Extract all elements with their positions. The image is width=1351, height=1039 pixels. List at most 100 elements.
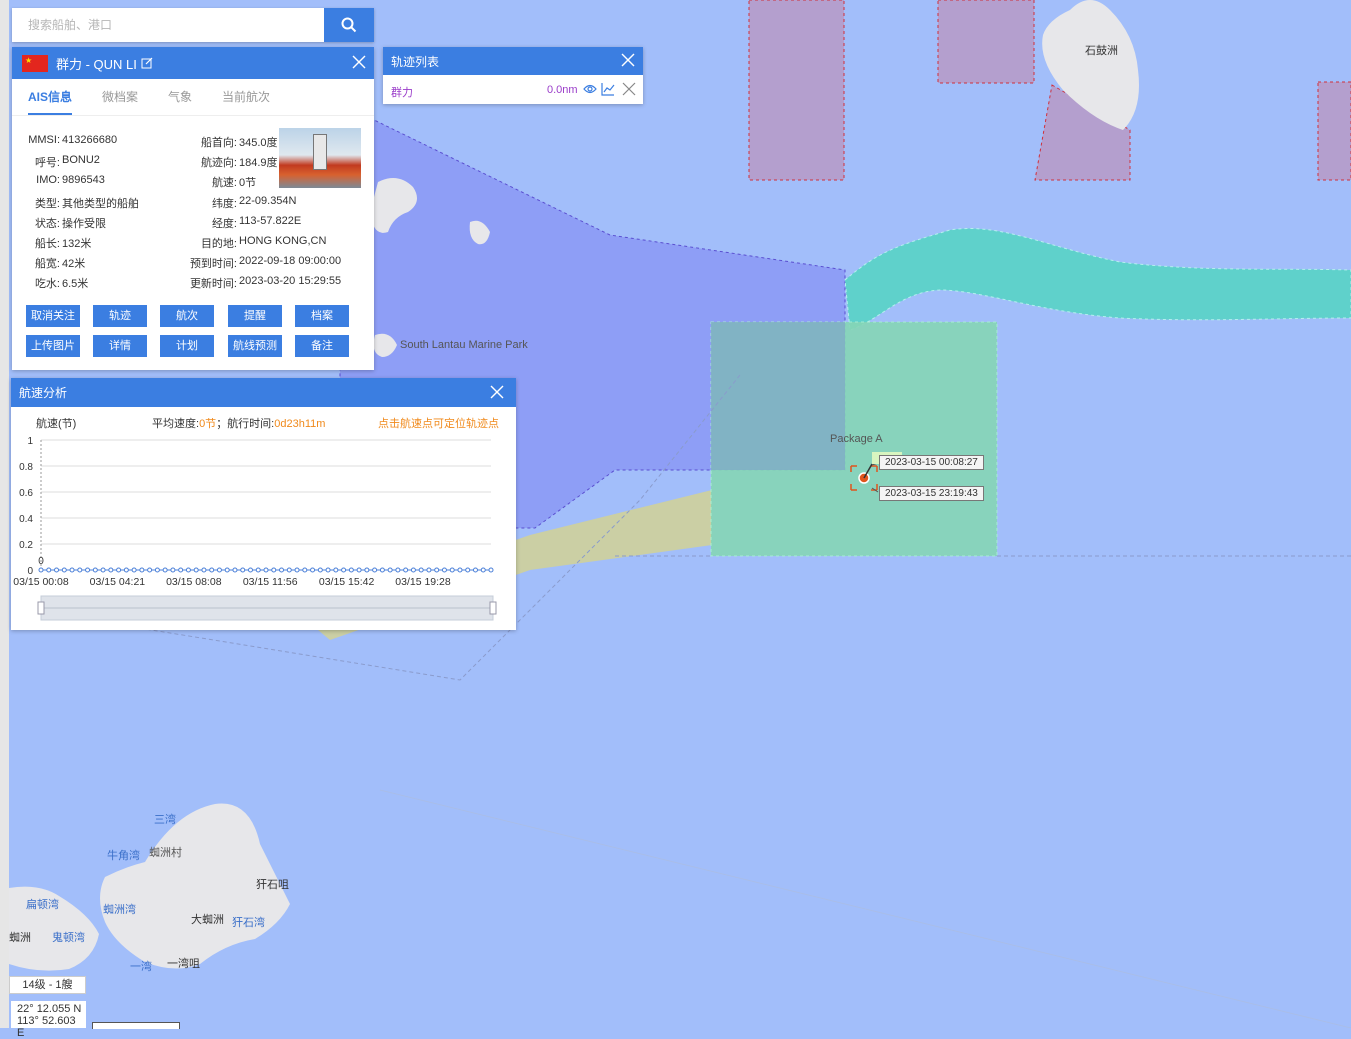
speed-point[interactable] (162, 567, 168, 573)
speed-point[interactable] (457, 567, 463, 573)
speed-point[interactable] (69, 567, 75, 573)
speed-point[interactable] (271, 567, 277, 573)
speed-point[interactable] (379, 567, 385, 573)
speed-point[interactable] (302, 567, 308, 573)
speed-chart[interactable]: 00.20.40.60.81003/15 00:08 03/15 04:21 03/… (11, 432, 516, 630)
range-handle-left[interactable] (37, 601, 45, 615)
speed-point[interactable] (92, 567, 98, 573)
speed-point[interactable] (403, 567, 409, 573)
ship-panel-header: ★ 群力 - QUN LI (12, 47, 374, 79)
voyage-button[interactable]: 航次 (160, 305, 214, 327)
speed-point[interactable] (333, 567, 339, 573)
close-icon[interactable] (352, 55, 366, 72)
edit-icon[interactable] (141, 57, 153, 69)
speed-point[interactable] (193, 567, 199, 573)
notes-button[interactable]: 备注 (295, 335, 349, 357)
speed-point[interactable] (232, 567, 238, 573)
speed-point[interactable] (209, 567, 215, 573)
speed-point[interactable] (123, 567, 129, 573)
speed-point[interactable] (325, 567, 331, 573)
speed-point[interactable] (139, 567, 145, 573)
plan-button[interactable]: 计划 (160, 335, 214, 357)
archive-button[interactable]: 档案 (295, 305, 349, 327)
track-end-label[interactable]: 2023-03-15 23:19:43 (879, 486, 984, 501)
speed-point[interactable] (61, 567, 67, 573)
track-start-label[interactable]: 2023-03-15 00:08:27 (879, 455, 984, 470)
speed-point[interactable] (372, 567, 378, 573)
speed-point[interactable] (216, 567, 222, 573)
right-value-0: 345.0度 (239, 137, 278, 149)
speed-point[interactable] (488, 567, 494, 573)
map-label-yashizui: 犴石咀 (256, 879, 289, 891)
speed-point[interactable] (387, 567, 393, 573)
speed-point[interactable] (100, 567, 106, 573)
speed-point[interactable] (348, 567, 354, 573)
speed-point[interactable] (54, 567, 60, 573)
speed-point[interactable] (116, 567, 122, 573)
ship-photo[interactable] (279, 128, 361, 188)
details-button[interactable]: 详情 (93, 335, 147, 357)
route-prediction-button[interactable]: 航线预测 (228, 335, 282, 357)
speed-point[interactable] (341, 567, 347, 573)
left-label-6: 船宽: (34, 258, 60, 271)
speed-point[interactable] (263, 567, 269, 573)
speed-point[interactable] (108, 567, 114, 573)
speed-point[interactable] (170, 567, 176, 573)
search-button[interactable] (324, 8, 374, 42)
speed-point[interactable] (279, 567, 285, 573)
speed-point[interactable] (46, 567, 52, 573)
speed-point[interactable] (147, 567, 153, 573)
speed-point[interactable] (395, 567, 401, 573)
speed-point[interactable] (434, 567, 440, 573)
speed-point[interactable] (310, 567, 316, 573)
speed-point[interactable] (240, 567, 246, 573)
reminder-button[interactable]: 提醒 (228, 305, 282, 327)
eye-icon[interactable] (583, 82, 597, 99)
right-label-2: 航速: (211, 177, 237, 190)
left-label-7: 吃水: (34, 278, 60, 291)
tab-current-voyage[interactable]: 当前航次 (222, 79, 270, 115)
tab-micro-archive[interactable]: 微档案 (102, 79, 138, 115)
speed-point[interactable] (364, 567, 370, 573)
speed-point[interactable] (185, 567, 191, 573)
tab-weather[interactable]: 气象 (168, 79, 192, 115)
speed-point[interactable] (410, 567, 416, 573)
cursor-coordinates: 22° 12.055 N 113° 52.603 E (11, 1001, 86, 1039)
chart-icon[interactable] (601, 82, 615, 99)
remove-icon[interactable] (622, 82, 636, 99)
speed-point[interactable] (441, 567, 447, 573)
speed-point[interactable] (286, 567, 292, 573)
speed-point[interactable] (472, 567, 478, 573)
speed-point[interactable] (356, 567, 362, 573)
left-value-5: 132米 (62, 238, 92, 250)
right-value-3: 22-09.354N (239, 194, 297, 207)
speed-point[interactable] (201, 567, 207, 573)
upload-photo-button[interactable]: 上传图片 (26, 335, 80, 357)
speed-point[interactable] (317, 567, 323, 573)
y-tick-label: 0.2 (19, 540, 33, 551)
speed-point[interactable] (131, 567, 137, 573)
speed-point[interactable] (449, 567, 455, 573)
close-icon[interactable] (621, 53, 635, 70)
speed-point[interactable] (85, 567, 91, 573)
speed-point[interactable] (154, 567, 160, 573)
speed-summary: 平均速度:0节；航行时间:0d23h11m (152, 415, 325, 431)
tab-ais-info[interactable]: AIS信息 (28, 79, 73, 115)
speed-point[interactable] (178, 567, 184, 573)
speed-point[interactable] (255, 567, 261, 573)
speed-point[interactable] (247, 567, 253, 573)
search-input[interactable] (12, 8, 344, 42)
speed-point[interactable] (294, 567, 300, 573)
close-icon[interactable] (490, 385, 504, 402)
speed-point[interactable] (224, 567, 230, 573)
speed-point[interactable] (480, 567, 486, 573)
speed-point[interactable] (77, 567, 83, 573)
speed-point[interactable] (465, 567, 471, 573)
track-list-item[interactable]: 群力 0.0nm (383, 75, 643, 104)
speed-point[interactable] (426, 567, 432, 573)
track-button[interactable]: 轨迹 (93, 305, 147, 327)
range-handle-right[interactable] (489, 601, 497, 615)
unfollow-button[interactable]: 取消关注 (26, 305, 80, 327)
speed-point[interactable] (38, 567, 44, 573)
speed-point[interactable] (418, 567, 424, 573)
